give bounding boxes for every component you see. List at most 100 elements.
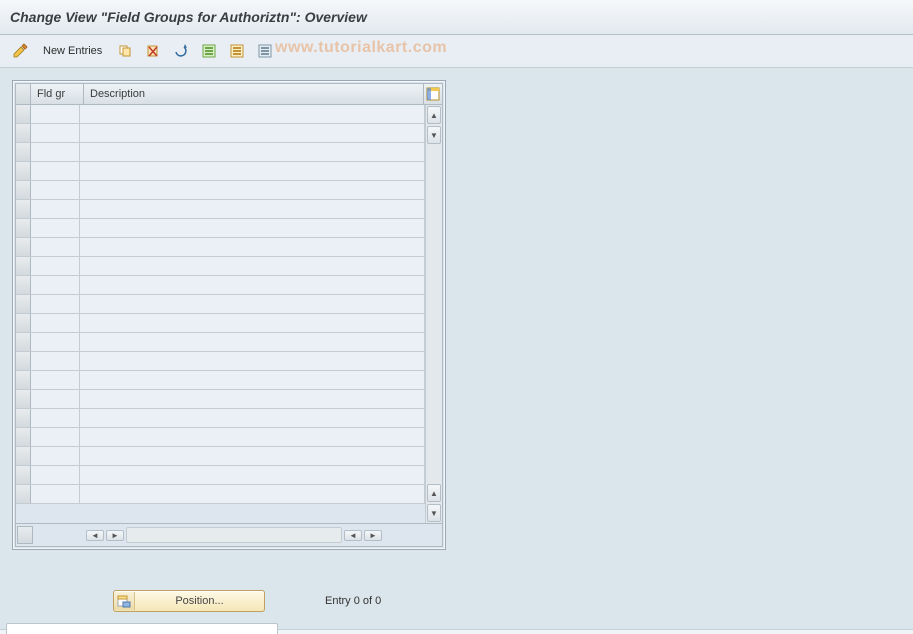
cell-fldgr[interactable]: [31, 200, 80, 218]
table-row[interactable]: [16, 428, 425, 447]
scroll-up-icon[interactable]: ▲: [427, 106, 441, 124]
new-entries-button[interactable]: New Entries: [36, 39, 109, 63]
hscroll-track[interactable]: [126, 527, 342, 543]
cell-fldgr[interactable]: [31, 447, 80, 465]
undo-icon[interactable]: [169, 40, 193, 62]
cell-fldgr[interactable]: [31, 219, 80, 237]
cell-description[interactable]: [80, 143, 425, 161]
cell-fldgr[interactable]: [31, 276, 80, 294]
scroll-left-icon[interactable]: ◄: [86, 530, 104, 541]
column-header-fldgr[interactable]: Fld gr: [31, 84, 84, 104]
table-row[interactable]: [16, 238, 425, 257]
row-selector[interactable]: [16, 181, 31, 199]
table-row[interactable]: [16, 219, 425, 238]
cell-fldgr[interactable]: [31, 333, 80, 351]
cell-description[interactable]: [80, 333, 425, 351]
cell-description[interactable]: [80, 314, 425, 332]
row-selector[interactable]: [16, 143, 31, 161]
cell-description[interactable]: [80, 181, 425, 199]
scroll-right-inner-icon[interactable]: ►: [106, 530, 124, 541]
table-settings-icon[interactable]: [424, 84, 442, 104]
cell-description[interactable]: [80, 504, 425, 522]
row-selector[interactable]: [16, 124, 31, 142]
cell-fldgr[interactable]: [31, 238, 80, 256]
row-selector[interactable]: [16, 466, 31, 484]
row-selector[interactable]: [16, 390, 31, 408]
status-field[interactable]: [6, 623, 278, 634]
table-row[interactable]: [16, 181, 425, 200]
table-row[interactable]: [16, 333, 425, 352]
row-selector[interactable]: [16, 276, 31, 294]
cell-fldgr[interactable]: [31, 466, 80, 484]
row-selector[interactable]: [16, 428, 31, 446]
row-selector[interactable]: [16, 257, 31, 275]
row-selector-header[interactable]: [16, 84, 31, 104]
cell-description[interactable]: [80, 257, 425, 275]
row-selector[interactable]: [16, 219, 31, 237]
row-selector[interactable]: [16, 333, 31, 351]
scroll-left-inner-icon[interactable]: ◄: [344, 530, 362, 541]
cell-description[interactable]: [80, 409, 425, 427]
cell-description[interactable]: [80, 447, 425, 465]
table-row[interactable]: [16, 390, 425, 409]
cell-description[interactable]: [80, 219, 425, 237]
row-selector[interactable]: [16, 371, 31, 389]
table-row[interactable]: [16, 124, 425, 143]
vertical-scrollbar[interactable]: ▲ ▼ ▲ ▼: [425, 105, 442, 523]
cell-fldgr[interactable]: [31, 504, 80, 522]
cell-fldgr[interactable]: [31, 485, 80, 503]
table-row[interactable]: [16, 466, 425, 485]
row-selector[interactable]: [16, 409, 31, 427]
scroll-right-icon[interactable]: ►: [364, 530, 382, 541]
column-header-description[interactable]: Description: [84, 84, 424, 104]
cell-fldgr[interactable]: [31, 352, 80, 370]
cell-description[interactable]: [80, 428, 425, 446]
scroll-down-icon[interactable]: ▼: [427, 126, 441, 144]
row-selector[interactable]: [16, 105, 31, 123]
cell-fldgr[interactable]: [31, 390, 80, 408]
cell-description[interactable]: [80, 162, 425, 180]
table-row[interactable]: [16, 371, 425, 390]
select-block-icon[interactable]: [225, 40, 249, 62]
table-row[interactable]: [16, 352, 425, 371]
cell-description[interactable]: [80, 390, 425, 408]
cell-fldgr[interactable]: [31, 428, 80, 446]
select-all-icon[interactable]: [197, 40, 221, 62]
row-selector[interactable]: [16, 504, 31, 522]
cell-fldgr[interactable]: [31, 257, 80, 275]
row-selector[interactable]: [16, 200, 31, 218]
copy-icon[interactable]: [113, 40, 137, 62]
cell-fldgr[interactable]: [31, 143, 80, 161]
scroll-up-end-icon[interactable]: ▲: [427, 484, 441, 502]
table-row[interactable]: [16, 257, 425, 276]
cell-fldgr[interactable]: [31, 371, 80, 389]
table-row[interactable]: [16, 485, 425, 504]
cell-fldgr[interactable]: [31, 124, 80, 142]
cell-fldgr[interactable]: [31, 181, 80, 199]
cell-fldgr[interactable]: [31, 105, 80, 123]
cell-description[interactable]: [80, 105, 425, 123]
cell-description[interactable]: [80, 276, 425, 294]
table-row[interactable]: [16, 447, 425, 466]
edit-pencil-icon[interactable]: [8, 40, 32, 62]
cell-description[interactable]: [80, 295, 425, 313]
cell-fldgr[interactable]: [31, 409, 80, 427]
row-selector[interactable]: [16, 485, 31, 503]
scroll-down-end-icon[interactable]: ▼: [427, 504, 441, 522]
horizontal-scrollbar[interactable]: ◄ ► ◄ ►: [85, 527, 383, 543]
table-row[interactable]: [16, 105, 425, 124]
position-button[interactable]: Position...: [113, 590, 265, 612]
cell-fldgr[interactable]: [31, 295, 80, 313]
table-row[interactable]: [16, 295, 425, 314]
table-row[interactable]: [16, 143, 425, 162]
cell-description[interactable]: [80, 352, 425, 370]
row-selector[interactable]: [16, 352, 31, 370]
cell-description[interactable]: [80, 238, 425, 256]
row-selector[interactable]: [16, 162, 31, 180]
row-selector[interactable]: [16, 238, 31, 256]
deselect-all-icon[interactable]: [253, 40, 277, 62]
cell-description[interactable]: [80, 124, 425, 142]
cell-fldgr[interactable]: [31, 314, 80, 332]
table-row[interactable]: [16, 276, 425, 295]
select-all-rows-icon[interactable]: [17, 526, 33, 544]
